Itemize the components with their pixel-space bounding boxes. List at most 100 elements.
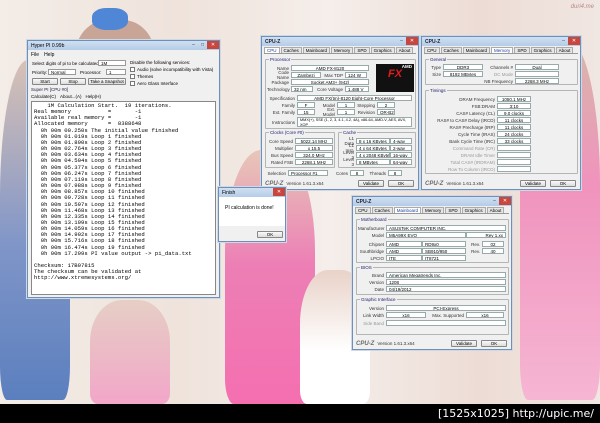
- field-label: RAS# Precharge (tRP): [449, 124, 495, 130]
- option-aero[interactable]: Aero Glass Interface: [130, 81, 178, 86]
- option-themes[interactable]: Themes: [130, 74, 153, 79]
- field-label: Southbridge: [359, 248, 384, 254]
- superpi-menu: Calculate(C) About...(A) Help(H): [31, 94, 101, 99]
- tab-memory[interactable]: Memory: [422, 207, 445, 213]
- field-label: Ext. Family: [272, 109, 295, 115]
- tab-mainboard[interactable]: Mainboard: [302, 47, 331, 53]
- group-label: Motherboard: [360, 217, 388, 222]
- tab-caches[interactable]: Caches: [280, 47, 302, 53]
- bios-brand-value: American Megatrends Inc.: [386, 272, 506, 278]
- lpcio-model: IT8721: [422, 255, 466, 261]
- cpuz-cpu-window[interactable]: CPU-Z – ✕ CPU Caches Mainboard Memory SPD…: [261, 36, 419, 190]
- threads-value: 8: [388, 170, 402, 176]
- minimize-icon[interactable]: –: [189, 41, 198, 49]
- tab-graphics[interactable]: Graphics: [370, 47, 395, 53]
- option-audio[interactable]: Audio (solve incompatibility with Vista): [130, 67, 213, 72]
- selection-select[interactable]: Processor #1: [288, 170, 328, 176]
- option-label: Audio (solve incompatibility with Vista): [137, 67, 214, 72]
- timings-group: Timings DRAM Frequency 1050.1 MHz FSB:DRA…: [425, 88, 578, 174]
- cpuz-version: Version 1.61.3.x64: [286, 181, 324, 186]
- hyperpi-window[interactable]: Hyper PI 0.99b – □ ✕ File Help Select digi…: [27, 40, 220, 298]
- cpuz-tabs: CPU Caches Mainboard Memory SPD Graphics…: [264, 47, 416, 54]
- finish-dialog[interactable]: Finish ✕ PI calculation is done! OK: [218, 187, 286, 242]
- wallpaper-ribbon: [92, 8, 128, 30]
- tab-mainboard[interactable]: Mainboard: [393, 207, 422, 213]
- tab-caches[interactable]: Caches: [371, 207, 393, 213]
- tab-cpu[interactable]: CPU: [424, 47, 440, 53]
- ok-button[interactable]: OK: [388, 180, 414, 187]
- cpuz-mainboard-window[interactable]: CPU-Z – ✕ CPU Caches Mainboard Memory SPD…: [352, 196, 512, 350]
- ok-button[interactable]: OK: [481, 340, 507, 347]
- hyperpi-titlebar[interactable]: Hyper PI 0.99b – □ ✕: [28, 41, 219, 50]
- tab-graphics[interactable]: Graphics: [461, 207, 486, 213]
- field-label: Revision: [357, 109, 375, 115]
- processor-group: Processor Name AMD FX-8120 Code Name Zambe…: [265, 57, 416, 129]
- menu-about[interactable]: About...(A): [60, 94, 82, 99]
- fsb-value: 2268.1 MHz: [295, 159, 333, 165]
- amd-fx-logo: AMD FX: [376, 64, 414, 92]
- cpuz-titlebar[interactable]: CPU-Z – ✕: [353, 197, 511, 206]
- menu-calculate[interactable]: Calculate(C): [31, 94, 56, 99]
- graphic-interface-group: Graphic Interface Version PCI-Express Lin…: [356, 297, 509, 335]
- tab-spd[interactable]: SPD: [514, 47, 530, 53]
- validate-button[interactable]: Validate: [520, 180, 546, 187]
- start-button[interactable]: Start: [32, 78, 58, 85]
- digits-select[interactable]: 1M: [98, 60, 126, 66]
- idle-value: [497, 152, 531, 158]
- ok-button[interactable]: OK: [550, 180, 576, 187]
- option-label: Aero Glass Interface: [137, 81, 179, 86]
- extfam-value: 15: [297, 109, 315, 115]
- cpuz-memory-window[interactable]: CPU-Z – ✕ CPU Caches Mainboard Memory SPD…: [421, 36, 581, 190]
- tab-cpu[interactable]: CPU: [264, 47, 280, 53]
- cpuz-titlebar[interactable]: CPU-Z – ✕: [262, 37, 418, 46]
- minimize-icon[interactable]: –: [397, 37, 406, 45]
- close-icon[interactable]: ✕: [273, 188, 285, 196]
- close-icon[interactable]: ✕: [499, 197, 511, 205]
- menu-file[interactable]: File: [31, 52, 39, 58]
- tab-about[interactable]: About: [555, 47, 574, 53]
- tab-spd[interactable]: SPD: [445, 207, 461, 213]
- field-label: Link Width: [362, 312, 384, 318]
- side-band-value: [386, 320, 506, 326]
- tab-about[interactable]: About: [395, 47, 414, 53]
- field-label: Cores: [335, 170, 348, 176]
- tab-caches[interactable]: Caches: [440, 47, 462, 53]
- menu-help[interactable]: Help: [44, 52, 54, 58]
- logo-fx: FX: [387, 68, 403, 80]
- cpuz-titlebar[interactable]: CPU-Z – ✕: [422, 37, 580, 46]
- finish-titlebar[interactable]: Finish ✕: [219, 188, 285, 197]
- window-title: Hyper PI 0.99b: [31, 42, 65, 49]
- checkbox[interactable]: [130, 81, 135, 86]
- checkbox[interactable]: [130, 74, 135, 79]
- tab-graphics[interactable]: Graphics: [530, 47, 555, 53]
- tab-memory[interactable]: Memory: [491, 47, 514, 53]
- tab-mainboard[interactable]: Mainboard: [462, 47, 491, 53]
- tab-memory[interactable]: Memory: [331, 47, 354, 53]
- validate-button[interactable]: Validate: [451, 340, 477, 347]
- tab-spd[interactable]: SPD: [354, 47, 370, 53]
- close-icon[interactable]: ✕: [406, 37, 418, 45]
- ok-button[interactable]: OK: [257, 231, 283, 238]
- tab-cpu[interactable]: CPU: [355, 207, 371, 213]
- maximize-icon[interactable]: □: [198, 41, 207, 49]
- model-value: 1: [337, 102, 355, 108]
- menu-help2[interactable]: Help(H): [86, 94, 102, 99]
- group-label: Processor: [269, 57, 292, 62]
- close-icon[interactable]: ✕: [207, 41, 219, 49]
- close-icon[interactable]: ✕: [568, 37, 580, 45]
- family-value: F: [297, 102, 315, 108]
- field-label: Chipset: [368, 241, 384, 247]
- snapshot-button[interactable]: Take a Snapshot: [88, 78, 126, 85]
- stop-button[interactable]: Stop: [60, 78, 86, 85]
- field-label: Version: [368, 305, 384, 311]
- checkbox[interactable]: [130, 67, 135, 72]
- priority-select[interactable]: Normal: [48, 69, 76, 75]
- processor-select[interactable]: 1: [106, 69, 126, 75]
- minimize-icon[interactable]: –: [490, 197, 499, 205]
- tab-superpi[interactable]: Super PI [CPU #0]: [31, 87, 68, 92]
- minimize-icon[interactable]: –: [559, 37, 568, 45]
- dcmode-value: [515, 71, 559, 77]
- validate-button[interactable]: Validate: [358, 180, 384, 187]
- tab-about[interactable]: About: [486, 207, 505, 213]
- group-label: General: [429, 57, 448, 62]
